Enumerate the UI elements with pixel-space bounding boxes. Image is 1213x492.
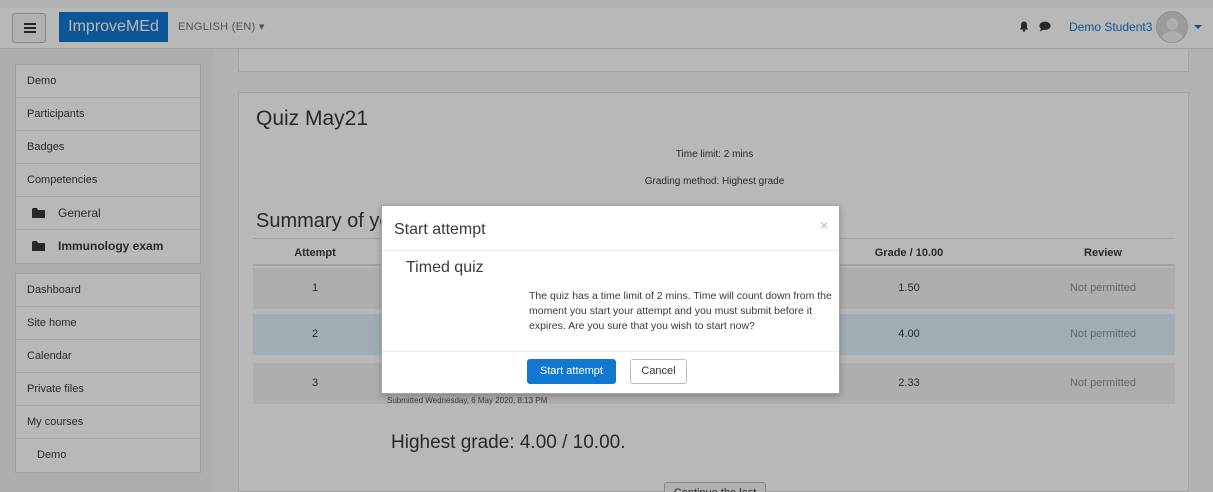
start-attempt-dialog: Start attempt × Timed quiz The quiz has …: [381, 205, 840, 394]
close-icon[interactable]: ×: [820, 217, 828, 233]
modal-divider: [382, 351, 839, 352]
modal-title: Start attempt: [394, 221, 486, 238]
cancel-button[interactable]: Cancel: [630, 359, 687, 384]
start-attempt-button[interactable]: Start attempt: [527, 359, 616, 384]
modal-divider: [382, 250, 839, 251]
timed-quiz-description: The quiz has a time limit of 2 mins. Tim…: [529, 290, 832, 332]
timed-quiz-heading: Timed quiz: [406, 259, 484, 276]
